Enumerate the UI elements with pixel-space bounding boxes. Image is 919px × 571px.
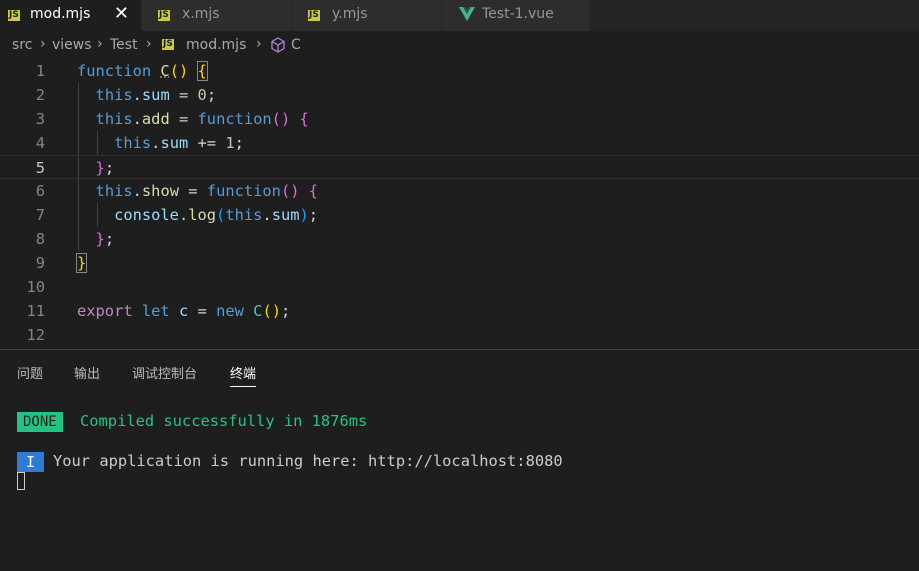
tab-label: mod.mjs xyxy=(30,6,91,22)
info-badge: I xyxy=(17,452,44,472)
breadcrumb-views[interactable]: views xyxy=(52,37,92,53)
compile-status-text: Compiled successfully in 1876ms xyxy=(80,412,368,430)
code-line: 7 console.log(this.sum); xyxy=(0,203,919,227)
breadcrumb-mod-mjs[interactable]: mod.mjs xyxy=(186,37,246,53)
line-number: 4 xyxy=(35,134,45,152)
chevron-right-icon: › xyxy=(256,36,262,52)
class-symbol-icon xyxy=(271,37,285,53)
line-number: 6 xyxy=(35,182,45,200)
tab-label: y.mjs xyxy=(332,6,368,22)
breadcrumb-symbol-c[interactable]: C xyxy=(291,37,301,53)
done-badge: DONE xyxy=(17,412,63,432)
js-icon: JS xyxy=(308,10,320,21)
line-number: 9 xyxy=(35,254,45,272)
js-icon: JS xyxy=(8,10,20,21)
line-number: 5 xyxy=(35,159,45,177)
tab-label: Test-1.vue xyxy=(482,6,554,22)
line-number: 10 xyxy=(26,278,45,296)
current-code-line: 5 }; xyxy=(0,155,919,179)
line-number: 7 xyxy=(35,206,45,224)
vue-icon xyxy=(459,7,475,21)
code-line: 8 }; xyxy=(0,227,919,251)
terminal-cursor xyxy=(17,472,25,490)
code-line: 2 this.sum = 0; xyxy=(0,83,919,107)
line-number: 1 xyxy=(35,62,45,80)
js-icon: JS xyxy=(162,39,174,50)
bottom-panel: 问题 输出 调试控制台 终端 DONE Compiled successfull… xyxy=(0,349,919,571)
breadcrumb-test[interactable]: Test xyxy=(110,37,138,53)
code-editor[interactable]: 1 function C() { 2 this.sum = 0; 3 this.… xyxy=(0,59,919,349)
code-line: 1 function C() { xyxy=(0,59,919,83)
breadcrumb-src[interactable]: src xyxy=(12,37,32,53)
code-line: 9 } xyxy=(0,251,919,275)
editor-tab-bar: JS mod.mjs ✕ JS x.mjs JS y.mjs Test-1.vu… xyxy=(0,0,919,31)
code-line: 6 this.show = function() { xyxy=(0,179,919,203)
server-url-text: Your application is running here: http:/… xyxy=(53,452,563,470)
tab-test-1-vue[interactable]: Test-1.vue xyxy=(442,0,590,31)
tab-label: x.mjs xyxy=(182,6,220,22)
code-line: 12 xyxy=(0,323,919,347)
close-icon[interactable]: ✕ xyxy=(114,3,129,24)
line-number: 8 xyxy=(35,230,45,248)
tab-x-mjs[interactable]: JS x.mjs xyxy=(142,0,292,31)
code-line: 4 this.sum += 1; xyxy=(0,131,919,155)
tab-mod-mjs[interactable]: JS mod.mjs ✕ xyxy=(0,0,142,31)
tab-output[interactable]: 输出 xyxy=(74,363,100,382)
line-number: 2 xyxy=(35,86,45,104)
chevron-right-icon: › xyxy=(97,36,103,52)
chevron-right-icon: › xyxy=(40,36,46,52)
chevron-right-icon: › xyxy=(146,36,152,52)
js-icon: JS xyxy=(158,10,170,21)
line-number: 11 xyxy=(26,302,45,320)
code-line: 11 export let c = new C(); xyxy=(0,299,919,323)
line-number: 12 xyxy=(26,326,45,344)
tab-problems[interactable]: 问题 xyxy=(17,363,43,382)
tab-y-mjs[interactable]: JS y.mjs xyxy=(292,0,442,31)
code-line: 3 this.add = function() { xyxy=(0,107,919,131)
tab-terminal[interactable]: 终端 xyxy=(230,363,257,387)
line-number: 3 xyxy=(35,110,45,128)
tab-debug-console[interactable]: 调试控制台 xyxy=(132,363,197,382)
code-line: 10 xyxy=(0,275,919,299)
